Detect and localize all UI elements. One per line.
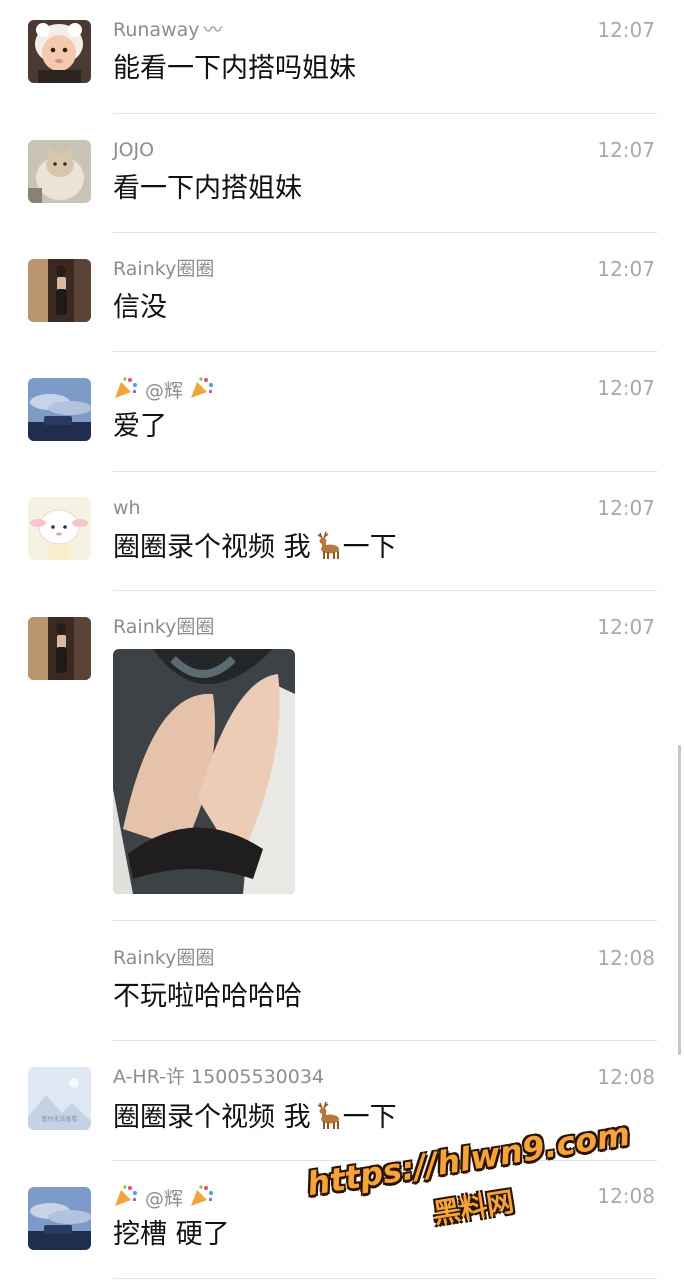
message-time: 12:07 <box>597 615 655 639</box>
avatar[interactable] <box>28 497 91 560</box>
message-text[interactable]: 爱了 <box>113 410 167 444</box>
party-popper-icon <box>115 377 137 398</box>
lamb-avatar-image <box>28 497 91 560</box>
message-time: 12:07 <box>597 496 655 520</box>
message-time: 12:07 <box>597 257 655 281</box>
message-divider <box>113 1278 657 1279</box>
message-time: 12:07 <box>597 376 655 400</box>
message-time: 12:08 <box>597 946 655 970</box>
party-popper-icon <box>191 377 214 398</box>
deer-emoji-icon <box>317 531 339 559</box>
selfie-avatar-image <box>28 259 91 322</box>
sender-name: wh <box>113 497 141 519</box>
svg-text:暂时无法查看: 暂时无法查看 <box>41 1115 77 1123</box>
message-text[interactable]: 信没 <box>113 291 167 325</box>
selfie-avatar-image <box>28 617 91 680</box>
message-time: 12:07 <box>597 138 655 162</box>
message-text[interactable]: 圈圈录个视频 我 一下 <box>113 529 397 565</box>
party-popper-icon <box>191 1185 214 1206</box>
wave-emoji: 〰 <box>203 19 223 41</box>
message-divider <box>113 232 657 233</box>
cat-avatar-image <box>28 140 91 203</box>
message-divider <box>113 113 657 114</box>
avatar[interactable] <box>28 378 91 441</box>
avatar[interactable] <box>28 140 91 203</box>
avatar[interactable] <box>28 20 91 83</box>
sky-avatar-image <box>28 1187 91 1250</box>
placeholder-avatar-image: 暂时无法查看 <box>28 1067 91 1130</box>
sender-name: Runaway 〰 <box>113 19 223 41</box>
message-divider <box>113 471 657 472</box>
sky-avatar-image <box>28 378 91 441</box>
message-time: 12:07 <box>597 18 655 42</box>
avatar[interactable] <box>28 617 91 680</box>
sender-name: JOJO <box>113 139 155 161</box>
avatar[interactable] <box>28 259 91 322</box>
sender-name: Rainky圈圈 <box>113 616 215 638</box>
sender-name: @辉 <box>113 1184 215 1211</box>
avatar[interactable]: 暂时无法查看 <box>28 1067 91 1130</box>
baby-avatar-image <box>28 20 91 83</box>
avatar[interactable] <box>28 1187 91 1250</box>
party-popper-icon <box>115 1185 137 1206</box>
message-divider <box>113 920 657 921</box>
message-divider <box>113 351 657 352</box>
scrollbar[interactable] <box>678 745 681 1055</box>
photo-message[interactable] <box>113 649 295 894</box>
message-text[interactable]: 挖槽 硬了 <box>113 1218 230 1252</box>
message-divider <box>113 590 657 591</box>
deer-emoji-icon <box>317 1101 339 1129</box>
sender-name: Rainky圈圈 <box>113 258 215 280</box>
message-time: 12:08 <box>597 1065 655 1089</box>
sender-name: A-HR-许 15005530034 <box>113 1066 325 1088</box>
watermark-site-name: 黑料网 <box>431 1186 517 1230</box>
sender-name: Rainky圈圈 <box>113 947 215 969</box>
message-text[interactable]: 不玩啦哈哈哈哈 <box>113 980 302 1014</box>
message-divider <box>113 1040 657 1041</box>
sender-name: @辉 <box>113 376 215 403</box>
message-text[interactable]: 能看一下内搭吗姐妹 <box>113 52 356 86</box>
photo-message-image <box>113 649 295 894</box>
message-text[interactable]: 看一下内搭姐妹 <box>113 172 302 206</box>
